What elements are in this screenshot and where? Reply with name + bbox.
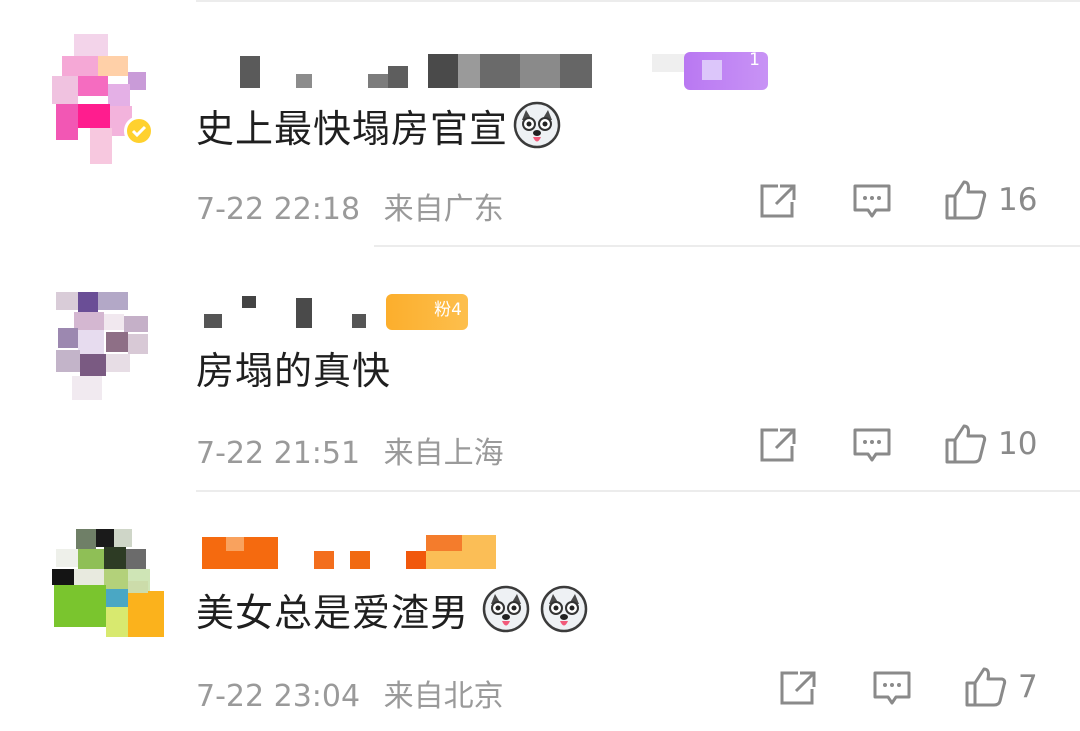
comment-meta: 7-22 21:51 来自上海 <box>196 428 504 472</box>
timestamp: 7-22 22:18 <box>196 192 361 227</box>
divider <box>374 245 1080 247</box>
fan-level-badge: 粉4 <box>386 294 468 330</box>
husky-dog-emoji <box>481 584 531 634</box>
comment-icon <box>852 182 892 220</box>
comment-text: 美女总是爱渣男 <box>196 583 589 635</box>
comment-icon <box>852 426 892 464</box>
like-count: 16 <box>998 182 1038 218</box>
reply-button[interactable] <box>852 426 892 464</box>
share-button[interactable] <box>758 426 798 464</box>
timestamp: 7-22 21:51 <box>196 436 361 471</box>
share-button[interactable] <box>778 669 818 707</box>
verified-badge-icon <box>124 116 154 146</box>
username[interactable]: 1 <box>196 36 796 106</box>
location: 来自广东 <box>383 192 504 227</box>
fan-level-badge: 1 <box>684 50 768 90</box>
comment-text-content: 美女总是爱渣男 <box>196 590 470 635</box>
comment-text: 史上最快塌房官宣 <box>196 100 562 151</box>
share-button[interactable] <box>758 182 798 220</box>
thumbs-up-icon <box>944 178 988 222</box>
comment-text-content: 房塌的真快 <box>196 348 392 393</box>
avatar[interactable] <box>52 34 154 164</box>
husky-dog-emoji <box>539 584 589 634</box>
comment-meta: 7-22 22:18 来自广东 <box>196 184 504 228</box>
thumbs-up-icon <box>964 665 1008 709</box>
share-icon <box>758 426 798 464</box>
avatar[interactable] <box>52 292 152 422</box>
comment-text-content: 史上最快塌房官宣 <box>196 106 509 151</box>
avatar[interactable] <box>52 529 164 659</box>
comment-item: 粉4 房塌的真快 7-22 21:51 来自上海 10 <box>0 250 1080 490</box>
like-count: 10 <box>998 426 1038 462</box>
thumbs-up-icon <box>944 422 988 466</box>
comment-item: 美女总是爱渣男 7-22 23:04 来自北京 7 <box>0 495 1080 731</box>
share-icon <box>778 669 818 707</box>
like-button[interactable]: 10 <box>944 422 1037 466</box>
location: 来自上海 <box>383 436 504 471</box>
like-button[interactable]: 16 <box>944 178 1037 222</box>
husky-dog-emoji <box>512 100 562 150</box>
like-count: 7 <box>1018 669 1038 705</box>
reply-button[interactable] <box>872 669 912 707</box>
share-icon <box>758 182 798 220</box>
comment-text: 房塌的真快 <box>196 342 392 393</box>
divider <box>196 490 1080 492</box>
comment-icon <box>872 669 912 707</box>
comment-meta: 7-22 23:04 来自北京 <box>196 671 504 715</box>
reply-button[interactable] <box>852 182 892 220</box>
like-button[interactable]: 7 <box>964 665 1038 709</box>
location: 来自北京 <box>383 679 504 714</box>
timestamp: 7-22 23:04 <box>196 679 361 714</box>
comment-item: 1 史上最快塌房官宣 7-22 22:18 来自广东 16 <box>0 0 1080 246</box>
